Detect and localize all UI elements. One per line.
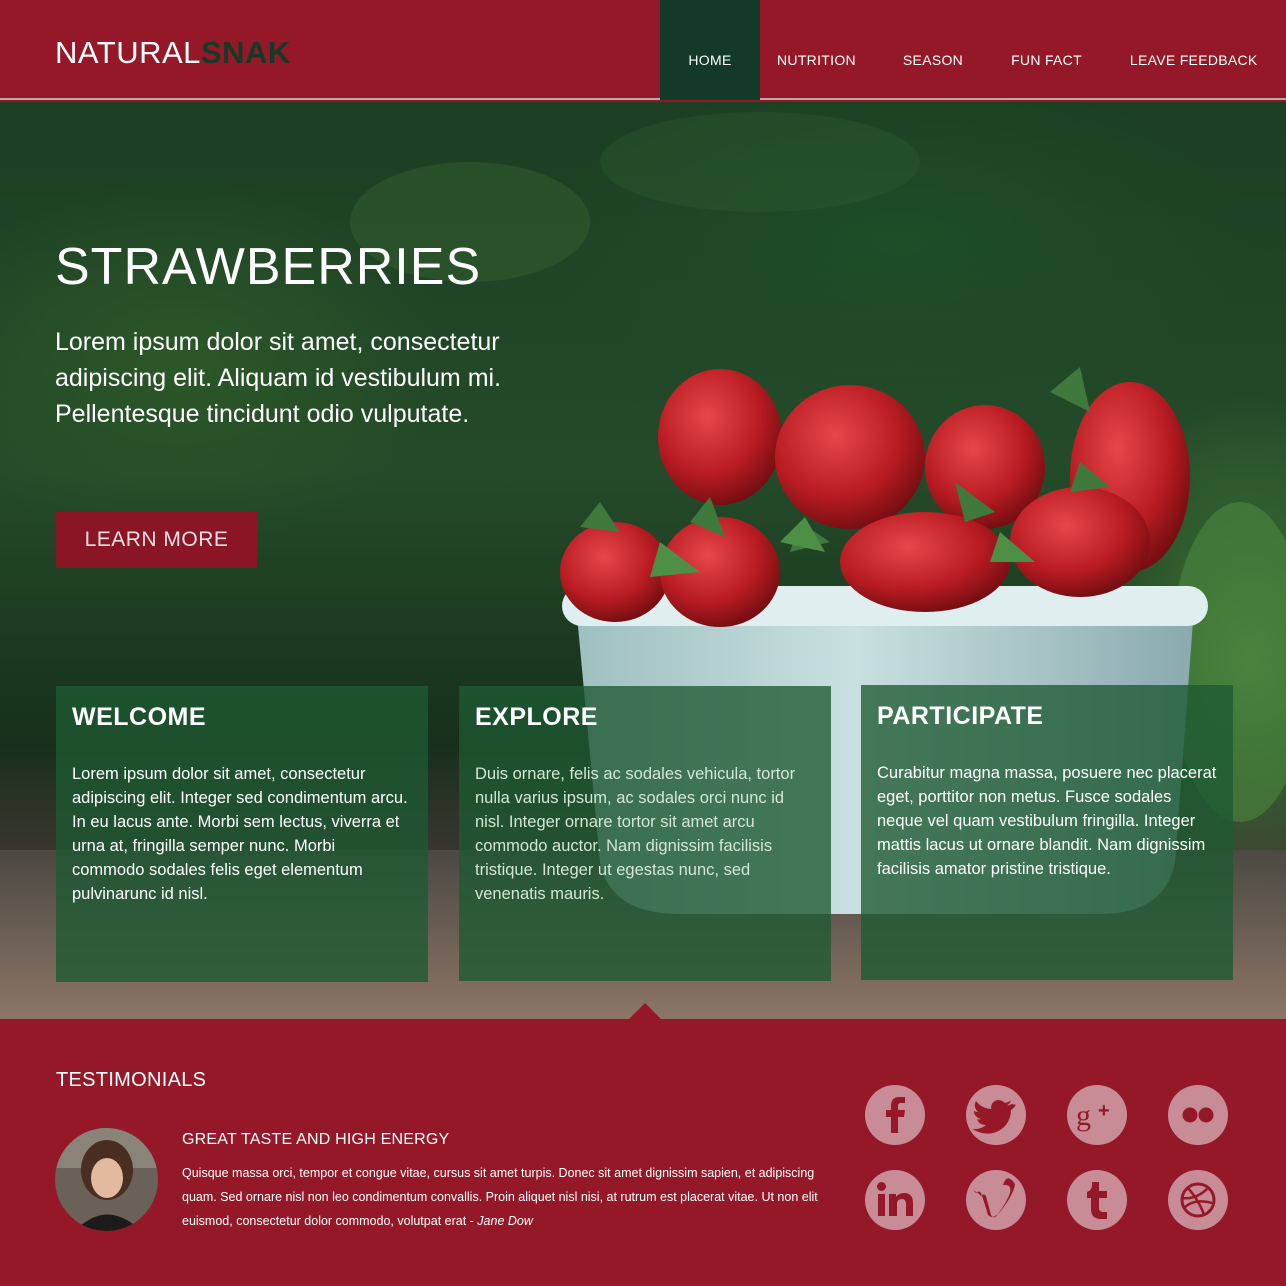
twitter-icon[interactable] [966,1085,1026,1145]
hero-section: STRAWBERRIES Lorem ipsum dolor sit amet,… [0,102,1286,1020]
testimonial-author: Jane Dow [477,1214,533,1228]
card-title: EXPLORE [475,703,598,731]
nav-nutrition[interactable]: NUTRITION [760,0,879,100]
logo-part-snak: SNAK [200,35,291,70]
logo[interactable]: NATURALSNAK [55,36,291,70]
main-nav: HOME NUTRITION SEASON FUN FACT LEAVE FEE… [660,0,1282,100]
tumblr-icon[interactable] [1067,1170,1127,1230]
card-participate: PARTICIPATE Curabitur magna massa, posue… [861,685,1233,980]
avatar [55,1128,158,1231]
svg-text:+: + [1098,1100,1110,1122]
card-title: PARTICIPATE [877,702,1044,730]
testimonial-text: Quisque massa orci, tempor et congue vit… [182,1161,822,1233]
google-plus-icon[interactable]: g + [1067,1085,1127,1145]
card-text: Duis ornare, felis ac sodales vehicula, … [475,765,796,903]
facebook-icon[interactable] [865,1085,925,1145]
card-title: WELCOME [72,703,207,731]
footer: TESTIMONIALS GREAT TASTE AND HIGH ENERGY… [0,1019,1286,1286]
testimonial-heading: GREAT TASTE AND HIGH ENERGY [182,1131,450,1148]
testimonials-title: TESTIMONIALS [56,1069,207,1091]
svg-text:g: g [1076,1099,1091,1132]
card-explore: EXPLORE Duis ornare, felis ac sodales ve… [459,686,831,981]
dribbble-icon[interactable] [1168,1170,1228,1230]
flickr-icon[interactable] [1168,1085,1228,1145]
avatar-photo [55,1128,158,1231]
header: NATURALSNAK HOME NUTRITION SEASON FUN FA… [0,0,1286,100]
card-text: Lorem ipsum dolor sit amet, consectetur … [72,765,408,903]
linkedin-icon[interactable] [865,1170,925,1230]
card-text: Curabitur magna massa, posuere nec place… [877,764,1217,878]
learn-more-button[interactable]: LEARN MORE [56,512,257,568]
card-welcome: WELCOME Lorem ipsum dolor sit amet, cons… [56,686,428,982]
nav-fun-fact[interactable]: FUN FACT [987,0,1106,100]
nav-season[interactable]: SEASON [879,0,987,100]
nav-leave-feedback[interactable]: LEAVE FEEDBACK [1106,0,1282,100]
hero-title: STRAWBERRIES [55,238,482,296]
nav-home[interactable]: HOME [660,0,760,100]
section-notch [628,1003,662,1020]
vimeo-icon[interactable] [966,1170,1026,1230]
logo-part-natural: NATURAL [55,35,201,70]
hero-text: Lorem ipsum dolor sit amet, consectetur … [55,328,502,428]
